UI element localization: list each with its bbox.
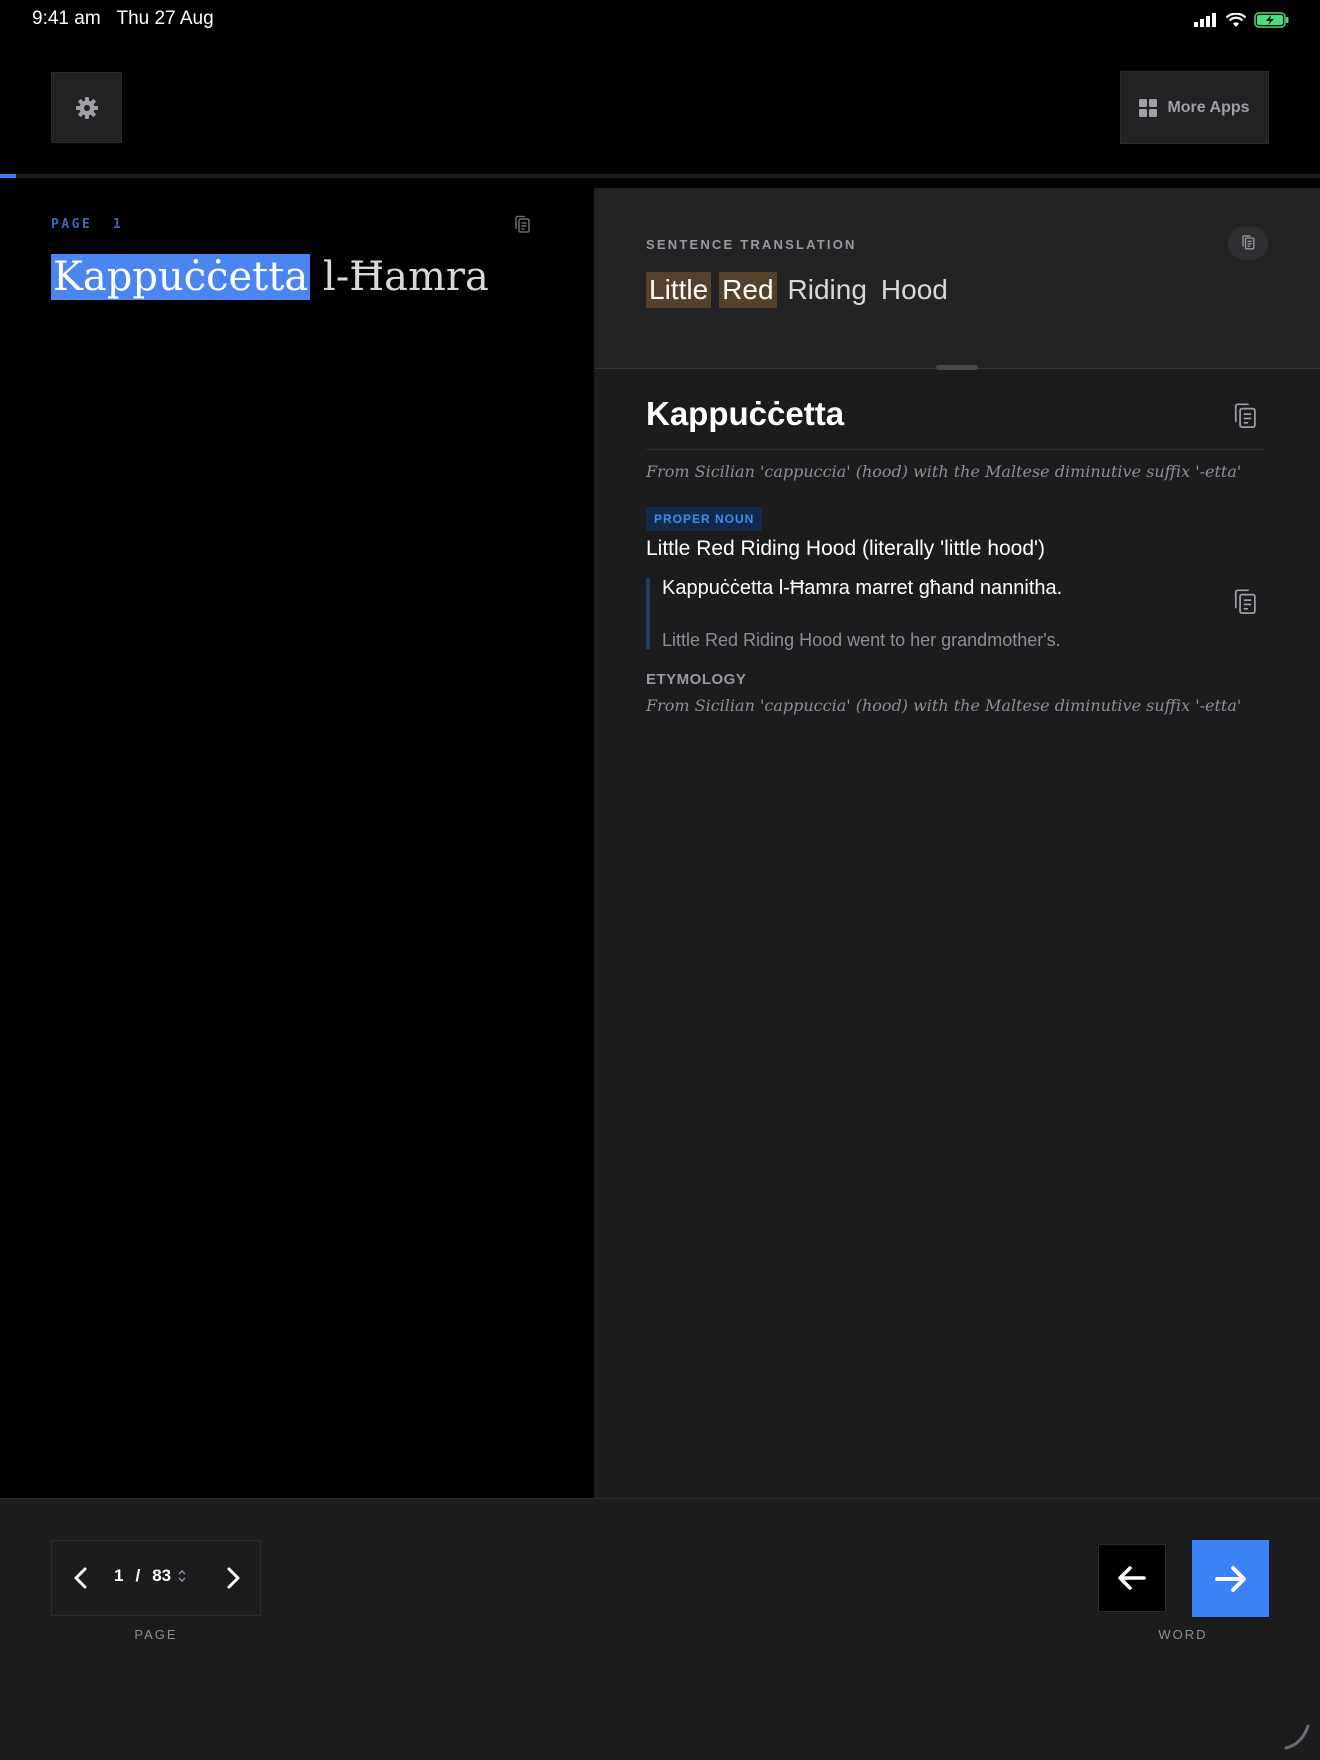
status-date: Thu 27 Aug	[116, 8, 214, 29]
more-apps-button[interactable]: More Apps	[1120, 71, 1269, 144]
example-sentence: Kappuċċetta l-Ħamra marret għand nannith…	[662, 577, 1063, 599]
translation-word[interactable]: Riding	[785, 272, 870, 308]
etymology-text: From Sicilian 'cappuccia' (hood) with th…	[646, 696, 1242, 715]
next-page-button[interactable]	[222, 1566, 244, 1595]
previous-page-button[interactable]	[70, 1566, 92, 1595]
dictionary-panel	[594, 188, 1320, 1498]
page-label-text: PAGE	[51, 217, 93, 232]
page-selector[interactable]: 1 / 83	[114, 1566, 187, 1586]
chevron-left-icon	[74, 1567, 87, 1589]
page-separator: /	[135, 1566, 141, 1585]
etymology-summary: From Sicilian 'cappuccia' (hood) with th…	[646, 462, 1242, 481]
status-time: 9:41 am	[32, 8, 101, 29]
source-word-selected[interactable]: Kappuċċetta	[51, 254, 311, 300]
status-indicators	[1194, 12, 1290, 28]
more-apps-label: More Apps	[1167, 98, 1250, 116]
divider	[646, 449, 1264, 450]
settings-button[interactable]	[51, 72, 122, 143]
translation-words: Little Red Riding Hood	[646, 272, 951, 308]
example-quote-bar	[646, 578, 650, 649]
panel-resize-handle[interactable]	[936, 365, 978, 370]
signal-icon	[1194, 13, 1216, 27]
copy-icon	[1234, 403, 1256, 428]
source-word[interactable]: l-Ħamra	[323, 254, 489, 300]
translation-word[interactable]: Hood	[878, 272, 951, 308]
word-nav-label: WORD	[1158, 1627, 1208, 1642]
current-page: 1	[114, 1566, 124, 1585]
wifi-icon	[1226, 12, 1246, 27]
home-indicator-corner	[1282, 1720, 1314, 1757]
arrow-right-icon	[1214, 1565, 1246, 1592]
translation-word[interactable]: Little	[646, 272, 712, 308]
page-indicator: PAGE 1	[51, 217, 123, 232]
copy-headword-button[interactable]	[1230, 400, 1260, 437]
translation-word[interactable]: Red	[719, 272, 777, 308]
arrow-left-icon	[1118, 1566, 1146, 1590]
grid-icon	[1139, 98, 1158, 117]
sentence-translation-label: SENTENCE TRANSLATION	[646, 237, 857, 252]
total-pages: 83	[152, 1566, 172, 1585]
copy-example-button[interactable]	[1230, 586, 1260, 623]
next-word-button[interactable]	[1192, 1540, 1269, 1617]
status-bar-clock: 9:41 am Thu 27 Aug	[32, 8, 214, 30]
part-of-speech-badge: PROPER NOUN	[646, 507, 763, 531]
copy-icon	[1234, 589, 1256, 614]
chevron-right-icon	[227, 1567, 240, 1589]
battery-icon	[1254, 12, 1289, 28]
definition-text: Little Red Riding Hood (literally 'littl…	[646, 537, 1046, 560]
headword: Kappuċċetta	[646, 395, 845, 432]
copy-page-button[interactable]	[510, 213, 534, 242]
copy-icon	[1242, 235, 1255, 250]
page-nav-label: PAGE	[134, 1627, 178, 1642]
copy-translation-button[interactable]	[1228, 226, 1268, 260]
page-number-text: 1	[112, 217, 124, 232]
gear-icon	[75, 96, 98, 119]
etymology-label: ETYMOLOGY	[646, 671, 747, 688]
previous-word-button[interactable]	[1098, 1544, 1166, 1612]
chevron-up-down-icon	[178, 1569, 186, 1583]
reader-pane	[0, 178, 593, 1498]
source-sentence: Kappuċċetta l-Ħamra	[51, 254, 489, 300]
example-translation: Little Red Riding Hood went to her grand…	[662, 630, 1061, 650]
copy-icon	[515, 215, 530, 233]
